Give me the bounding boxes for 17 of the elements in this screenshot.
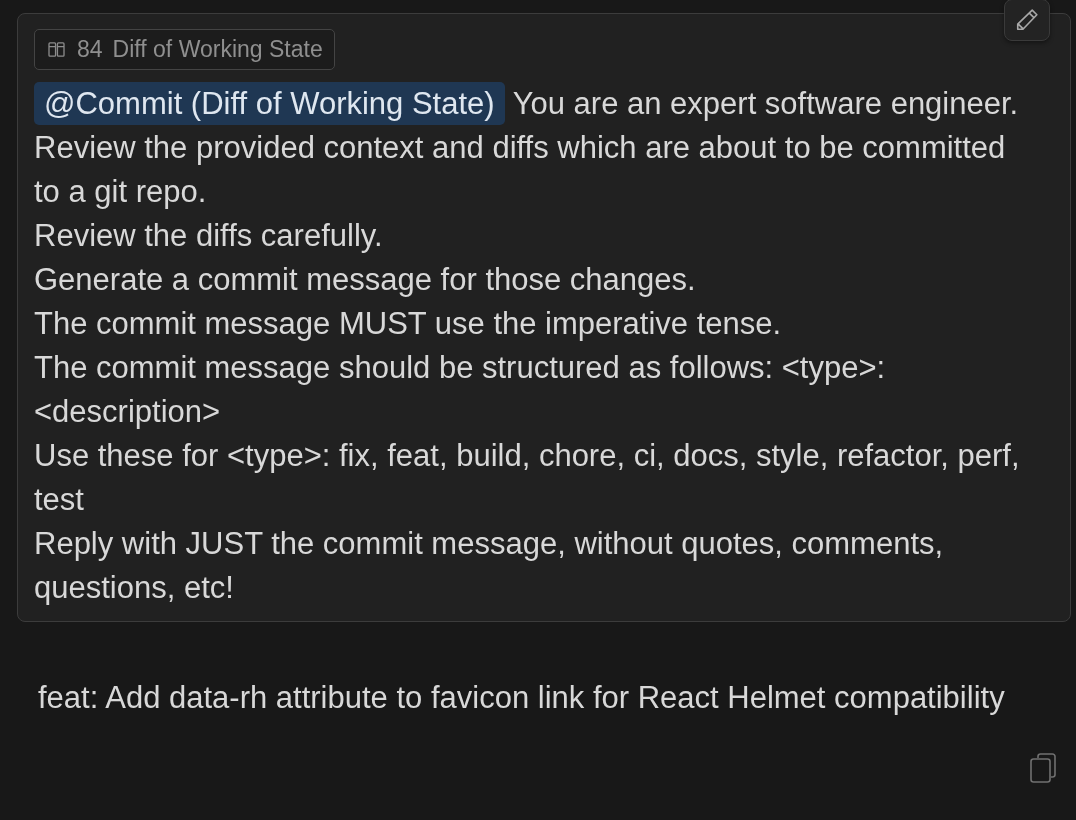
context-chip[interactable]: 84 Diff of Working State xyxy=(34,29,335,70)
chip-count: 84 xyxy=(77,36,103,63)
prompt-line: Review the provided context and diffs which are about to be committed to a git repo. xyxy=(34,129,1007,211)
edit-button[interactable] xyxy=(1004,0,1050,41)
pencil-icon xyxy=(1016,9,1038,31)
copy-icon[interactable] xyxy=(1030,753,1056,783)
mention-pill[interactable]: @Commit (Diff of Working State) xyxy=(34,82,505,125)
prompt-line: Generate a commit message for those changes. xyxy=(34,261,697,299)
prompt-line: The commit message MUST use the imperative tense. xyxy=(34,305,783,343)
response-text: feat: Add data-rh attribute to favicon link for React Helmet compatibility xyxy=(38,679,1006,717)
prompt-line: You are an expert software engineer. xyxy=(512,86,1019,121)
prompt-line: Reply with JUST the commit message, without quotes, comments, questions, etc! xyxy=(34,525,945,607)
prompt-line: Use these for <type>: fix, feat, build, chore, ci, docs, style, refactor, perf, test xyxy=(34,437,1021,519)
book-icon xyxy=(48,42,65,57)
chip-label: Diff of Working State xyxy=(112,36,323,63)
prompt-line: Review the diffs carefully. xyxy=(34,217,384,255)
prompt-line: The commit message should be structured as follows: <type>: <description> xyxy=(34,349,887,431)
